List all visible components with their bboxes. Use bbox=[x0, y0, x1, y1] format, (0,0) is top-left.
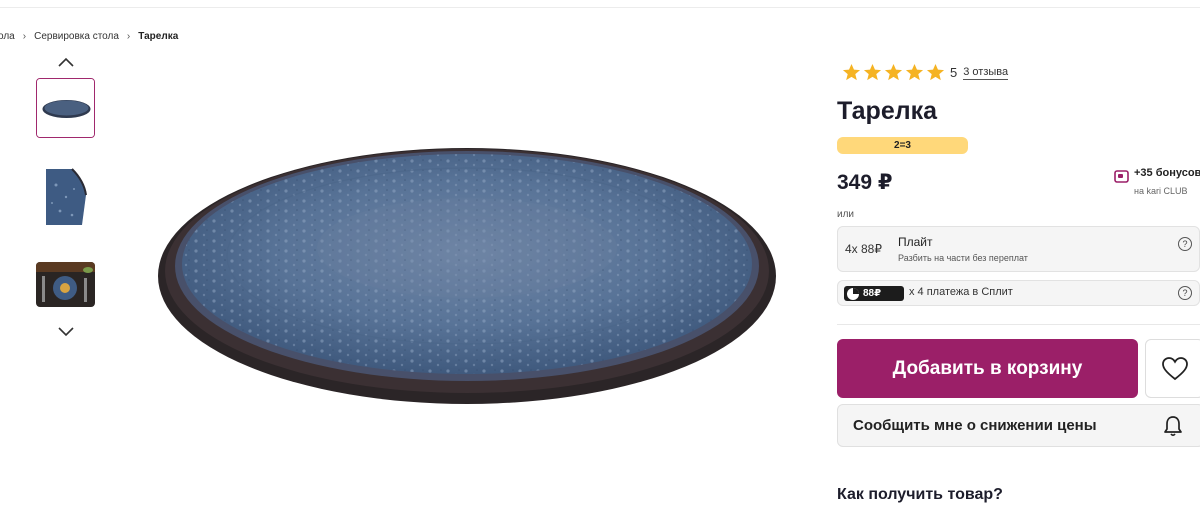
star-icon bbox=[884, 63, 903, 81]
rating: 5 3 отзыва bbox=[842, 63, 1009, 82]
split-payment-option[interactable]: 88₽ x 4 платежа в Сплит ? bbox=[837, 280, 1200, 306]
thumbnail-plate-table-setting[interactable] bbox=[36, 262, 95, 307]
breadcrumb-item-table-setting[interactable]: Сервировка стола bbox=[34, 31, 119, 42]
bonus-card-icon bbox=[1114, 170, 1129, 183]
star-icon bbox=[842, 63, 861, 81]
breadcrumb-separator-icon: › bbox=[22, 31, 27, 42]
promo-badge: 2=3 bbox=[837, 137, 968, 154]
bell-icon bbox=[1164, 416, 1182, 437]
product-info-panel: 5 3 отзыва Тарелка 2=3 349 ₽ +35 бонусов… bbox=[837, 0, 1200, 528]
breadcrumb: ола › Сервировка стола › Тарелка bbox=[0, 31, 178, 42]
bonus-amount: +35 бонусов bbox=[1134, 167, 1200, 179]
price-drop-notify-label: Сообщить мне о снижении цены bbox=[853, 417, 1097, 434]
product-price: 349 ₽ bbox=[837, 171, 893, 194]
star-icon bbox=[905, 63, 924, 81]
plait-name: Плайт bbox=[898, 235, 933, 249]
reviews-link[interactable]: 3 отзыва bbox=[963, 66, 1009, 80]
split-help-icon[interactable]: ? bbox=[1178, 286, 1192, 300]
favorite-button[interactable] bbox=[1145, 339, 1200, 398]
split-tag-amount: 88₽ bbox=[863, 288, 882, 299]
product-title: Тарелка bbox=[837, 97, 938, 125]
thumbnail-plate-detail[interactable] bbox=[36, 167, 95, 227]
thumbnail-plate-top-view[interactable] bbox=[36, 78, 95, 138]
plait-payment-option[interactable]: 4x 88₽ Плайт Разбить на части без перепл… bbox=[837, 226, 1200, 272]
plait-help-icon[interactable]: ? bbox=[1178, 237, 1192, 251]
thumbnail-scroll-up-icon[interactable] bbox=[56, 55, 76, 69]
rating-value: 5 bbox=[950, 65, 958, 80]
main-product-image bbox=[156, 138, 778, 410]
breadcrumb-current: Тарелка bbox=[138, 31, 179, 42]
price-drop-notify-button[interactable]: Сообщить мне о снижении цены bbox=[837, 404, 1200, 447]
thumbnail-scroll-down-icon[interactable] bbox=[56, 325, 76, 339]
divider bbox=[837, 324, 1200, 325]
bonus-program: на kari CLUB bbox=[1134, 186, 1188, 196]
split-text: x 4 платежа в Сплит bbox=[909, 286, 1013, 298]
star-icon bbox=[926, 63, 945, 81]
split-tag: 88₽ bbox=[844, 286, 904, 301]
breadcrumb-separator-icon: › bbox=[126, 31, 131, 42]
delivery-heading: Как получить товар? bbox=[837, 486, 1003, 503]
heart-icon bbox=[1161, 356, 1188, 380]
add-to-cart-button[interactable]: Добавить в корзину bbox=[837, 339, 1138, 398]
breadcrumb-item-tableware-parent[interactable]: ола bbox=[0, 31, 15, 42]
split-logo-icon bbox=[847, 287, 859, 300]
star-icon bbox=[863, 63, 882, 81]
payment-or-label: или bbox=[837, 209, 855, 220]
plait-description: Разбить на части без переплат bbox=[898, 253, 1028, 263]
plait-amount: 4x 88₽ bbox=[845, 242, 882, 256]
